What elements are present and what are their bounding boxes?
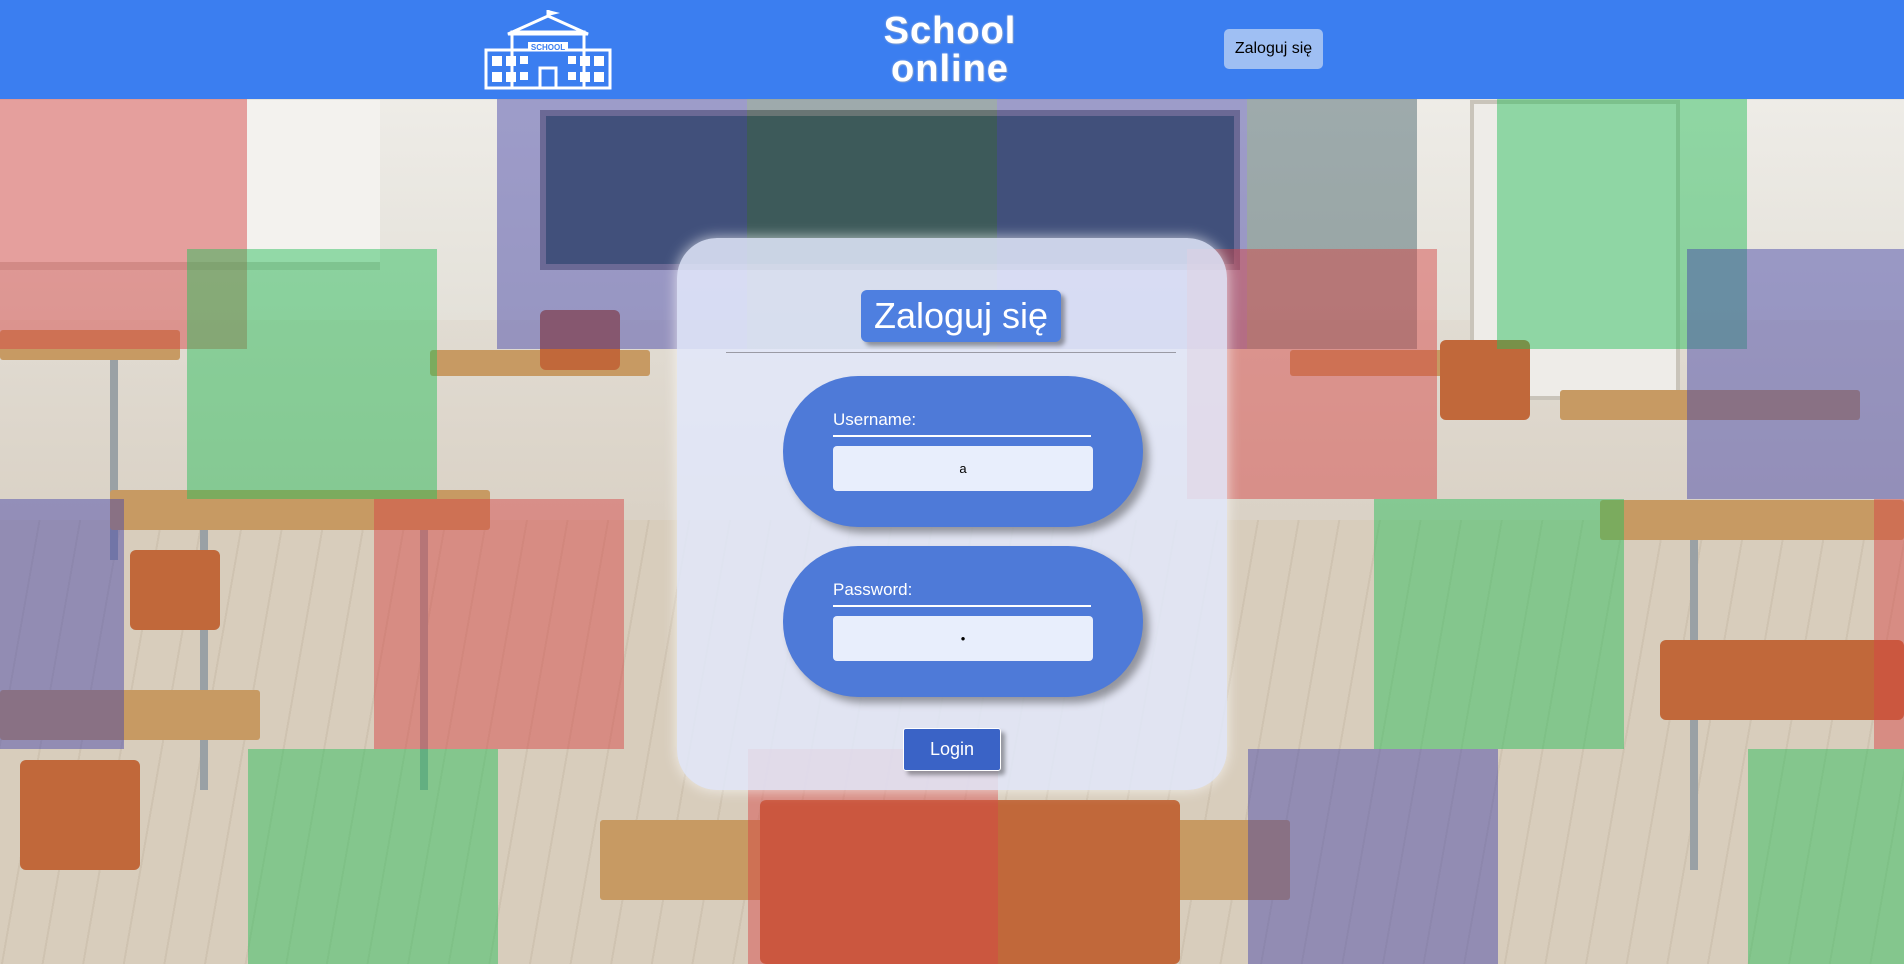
- title-divider: [726, 352, 1176, 353]
- brand-line-1: School: [883, 10, 1017, 52]
- logo-text: SCHOOL: [531, 43, 565, 52]
- login-button[interactable]: Login: [903, 728, 1001, 771]
- password-divider: [833, 605, 1091, 607]
- username-divider: [833, 435, 1091, 437]
- brand-title: School online: [880, 12, 1020, 88]
- username-input[interactable]: [833, 446, 1093, 491]
- school-building-icon[interactable]: SCHOOL: [482, 6, 614, 92]
- username-field-group: Username:: [783, 376, 1143, 527]
- password-input[interactable]: [833, 616, 1093, 661]
- password-field-group: Password:: [783, 546, 1143, 697]
- page-title: Zaloguj się: [861, 290, 1061, 342]
- top-header-bar: SCHOOL School online Zaloguj się: [0, 0, 1904, 99]
- header-login-button[interactable]: Zaloguj się: [1224, 29, 1323, 69]
- login-panel: Zaloguj się Username: Password: Login: [677, 238, 1227, 790]
- brand-line-2: online: [891, 48, 1009, 90]
- password-label: Password:: [833, 580, 913, 599]
- username-label: Username:: [833, 410, 917, 429]
